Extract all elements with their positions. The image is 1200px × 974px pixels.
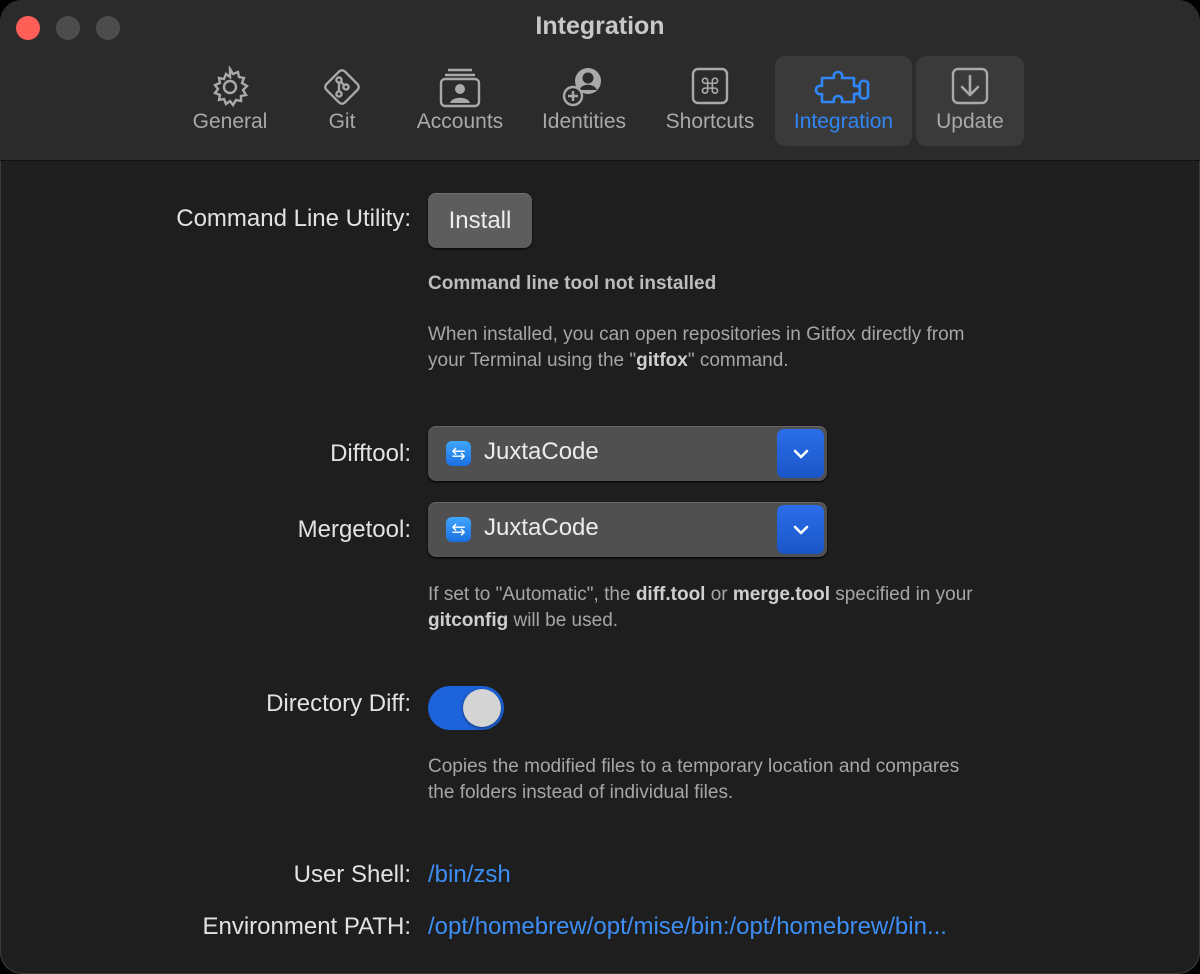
tools-note: If set to "Automatic", the diff.tool or … [428,582,1068,634]
identities-icon [562,68,601,107]
tab-label: Git [328,110,356,133]
gear-icon [213,66,249,108]
user-shell-link[interactable]: /bin/zsh [428,861,511,889]
env-path-link[interactable]: /opt/homebrew/opt/mise/bin:/opt/homebrew… [428,913,947,941]
note-text: will be used. [508,610,619,631]
tab-label: Update [936,110,1004,133]
tab-label: Integration [793,110,894,133]
juxtacode-app-icon: ⇆ [446,441,471,466]
user-shell-label: User Shell: [293,861,411,888]
note-text: If set to "Automatic", the [428,584,636,605]
cli-label: Command Line Utility: [176,205,411,232]
note-text: or [705,584,733,605]
puzzle-icon [814,70,869,104]
tab-label: Accounts [416,110,504,133]
note-gitconfig: gitconfig [428,610,509,631]
tab-label: Identities [541,110,627,133]
tab-label: Shortcuts [665,110,755,133]
cli-desc-text: your Terminal using the " [428,350,637,371]
cli-desc-line-1: When installed, you can open repositorie… [428,324,965,345]
tab-identities[interactable]: Identities [530,56,638,146]
chevron-down-icon[interactable] [777,429,824,478]
download-icon [951,67,989,105]
difftool-label: Difftool: [330,440,411,467]
install-cli-button[interactable]: Install [428,193,532,248]
mergetool-label: Mergetool: [297,516,411,543]
desc-line-2: the folders instead of individual files. [428,782,734,803]
window-title: Integration [535,12,665,40]
difftool-value: JuxtaCode [484,438,599,465]
env-path-label: Environment PATH: [202,913,411,940]
git-icon [324,69,360,105]
accounts-icon [439,68,481,108]
mergetool-select[interactable]: ⇆ JuxtaCode [428,502,827,557]
toggle-knob [463,689,501,727]
note-merge-tool: merge.tool [732,584,831,605]
mergetool-value: JuxtaCode [484,514,599,541]
cli-command-name: gitfox [636,350,688,371]
tab-label: General [192,110,268,133]
cli-desc-text: " command. [687,350,789,371]
tab-general[interactable]: General [180,56,280,146]
cli-status: Command line tool not installed [428,273,717,294]
chevron-down-icon[interactable] [777,505,824,554]
desc-line-1: Copies the modified files to a temporary… [428,756,960,777]
difftool-select[interactable]: ⇆ JuxtaCode [428,426,827,481]
directory-diff-description: Copies the modified files to a temporary… [428,754,1068,806]
note-text: specified in your [830,584,973,605]
note-diff-tool: diff.tool [635,584,706,605]
tab-integration[interactable]: Integration [775,56,912,146]
directory-diff-toggle[interactable] [428,686,504,730]
command-key-icon: ⌘ [691,67,729,105]
preferences-window: Integration General Git Accounts Identit… [0,0,1200,974]
cli-description: When installed, you can open repositorie… [428,322,1068,374]
toolbar: Integration General Git Accounts Identit… [0,0,1200,161]
svg-text:⌘: ⌘ [699,75,721,100]
juxtacode-app-icon: ⇆ [446,517,471,542]
directory-diff-label: Directory Diff: [266,690,411,717]
tab-accounts[interactable]: Accounts [406,56,514,146]
tab-git[interactable]: Git [300,56,384,146]
tab-shortcuts[interactable]: ⌘ Shortcuts [654,56,766,146]
tab-update[interactable]: Update [916,56,1024,146]
